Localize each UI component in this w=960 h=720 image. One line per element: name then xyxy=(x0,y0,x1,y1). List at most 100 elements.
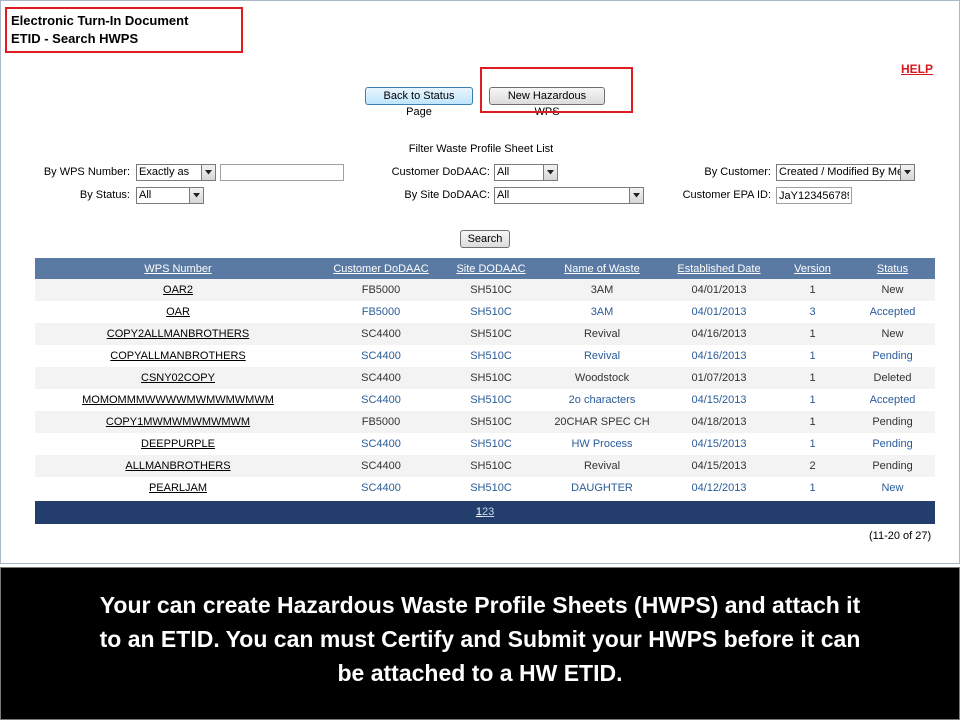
cell-customer-dodaac: SC4400 xyxy=(321,455,441,477)
site-dodaac-value: All xyxy=(497,189,510,201)
cell-customer-dodaac: SC4400 xyxy=(321,389,441,411)
wps-number-link[interactable]: DEEPPURPLE xyxy=(141,438,215,450)
filter-title: Filter Waste Profile Sheet List xyxy=(408,143,554,155)
wps-results-table: WPS Number Customer DoDAAC Site DODAAC N… xyxy=(35,258,935,499)
cell-customer-dodaac: SC4400 xyxy=(321,477,441,499)
wps-number-link[interactable]: PEARLJAM xyxy=(149,482,207,494)
table-row: ALLMANBROTHERS SC4400 SH510C Revival 04/… xyxy=(35,455,935,477)
cell-established-date: 04/12/2013 xyxy=(663,477,775,499)
cell-customer-dodaac: SC4400 xyxy=(321,345,441,367)
caption-line-3: be attached to a HW ETID. xyxy=(337,660,623,686)
cell-status: New xyxy=(850,477,935,499)
cell-site-dodaac: SH510C xyxy=(441,411,541,433)
wps-number-link[interactable]: COPY1MWMWMWMWMWM xyxy=(106,416,250,428)
cell-established-date: 04/16/2013 xyxy=(663,323,775,345)
column-header-wps-number[interactable]: WPS Number xyxy=(35,258,321,279)
cell-version: 1 xyxy=(775,477,850,499)
column-header-name-of-waste[interactable]: Name of Waste xyxy=(541,258,663,279)
customer-dodaac-value: All xyxy=(497,166,510,178)
status-label: By Status: xyxy=(79,189,130,201)
cell-name-of-waste: 3AM xyxy=(541,301,663,323)
cell-site-dodaac: SH510C xyxy=(441,323,541,345)
cell-status: New xyxy=(850,323,935,345)
record-count: (11-20 of 27) xyxy=(869,530,932,542)
cell-site-dodaac: SH510C xyxy=(441,279,541,301)
cell-site-dodaac: SH510C xyxy=(441,433,541,455)
table-row: OAR2 FB5000 SH510C 3AM 04/01/2013 1 New xyxy=(35,279,935,301)
page-link-3[interactable]: 3 xyxy=(488,506,494,518)
column-header-established-date[interactable]: Established Date xyxy=(663,258,775,279)
wps-number-mode-value: Exactly as xyxy=(139,166,190,178)
caption-line-1: Your can create Hazardous Waste Profile … xyxy=(99,592,861,618)
table-row: MOMOMMMWWWWMWMWMWMWM SC4400 SH510C 2o ch… xyxy=(35,389,935,411)
wps-number-link[interactable]: ALLMANBROTHERS xyxy=(125,460,230,472)
wps-number-link[interactable]: OAR xyxy=(166,306,190,318)
wps-number-link[interactable]: CSNY02COPY xyxy=(141,372,215,384)
table-row: PEARLJAM SC4400 SH510C DAUGHTER 04/12/20… xyxy=(35,477,935,499)
page-title-box: Electronic Turn-In Document ETID - Searc… xyxy=(5,7,243,53)
cell-site-dodaac: SH510C xyxy=(441,389,541,411)
customer-epa-label: Customer EPA ID: xyxy=(682,189,771,201)
cell-name-of-waste: DAUGHTER xyxy=(541,477,663,499)
cell-site-dodaac: SH510C xyxy=(441,301,541,323)
cell-name-of-waste: Woodstock xyxy=(541,367,663,389)
cell-name-of-waste: 2o characters xyxy=(541,389,663,411)
by-customer-value: Created / Modified By Me xyxy=(779,166,904,178)
wps-number-mode-select[interactable]: Exactly as xyxy=(136,164,216,181)
site-dodaac-select[interactable]: All xyxy=(494,187,644,204)
cell-established-date: 04/01/2013 xyxy=(663,279,775,301)
pagination-bar: 123 xyxy=(35,501,935,524)
help-link[interactable]: HELP xyxy=(901,62,933,76)
table-row: COPYALLMANBROTHERS SC4400 SH510C Revival… xyxy=(35,345,935,367)
wps-number-link[interactable]: COPY2ALLMANBROTHERS xyxy=(107,328,249,340)
cell-site-dodaac: SH510C xyxy=(441,455,541,477)
cell-version: 2 xyxy=(775,455,850,477)
table-row: COPY1MWMWMWMWMWM FB5000 SH510C 20CHAR SP… xyxy=(35,411,935,433)
by-customer-label: By Customer: xyxy=(704,166,771,178)
chevron-down-icon xyxy=(629,188,643,203)
wps-number-input[interactable] xyxy=(220,164,344,181)
cell-established-date: 04/18/2013 xyxy=(663,411,775,433)
caption-line-2: to an ETID. You can must Certify and Sub… xyxy=(99,626,861,652)
wps-number-link[interactable]: MOMOMMMWWWWMWMWMWMWM xyxy=(82,394,274,406)
search-button[interactable]: Search xyxy=(460,230,510,248)
table-row: CSNY02COPY SC4400 SH510C Woodstock 01/07… xyxy=(35,367,935,389)
customer-dodaac-select[interactable]: All xyxy=(494,164,558,181)
customer-epa-input[interactable] xyxy=(776,187,852,204)
cell-version: 1 xyxy=(775,433,850,455)
page-title-line1: Electronic Turn-In Document xyxy=(11,13,189,28)
wps-number-link[interactable]: OAR2 xyxy=(163,284,193,296)
cell-name-of-waste: Revival xyxy=(541,455,663,477)
app-window: Electronic Turn-In Document ETID - Searc… xyxy=(0,0,960,564)
cell-version: 1 xyxy=(775,389,850,411)
chevron-down-icon xyxy=(900,165,914,180)
column-header-version[interactable]: Version xyxy=(775,258,850,279)
cell-name-of-waste: 3AM xyxy=(541,279,663,301)
cell-status: Accepted xyxy=(850,301,935,323)
cell-customer-dodaac: SC4400 xyxy=(321,367,441,389)
cell-customer-dodaac: SC4400 xyxy=(321,433,441,455)
column-header-status[interactable]: Status xyxy=(850,258,935,279)
instruction-caption: Your can create Hazardous Waste Profile … xyxy=(0,567,960,720)
cell-site-dodaac: SH510C xyxy=(441,367,541,389)
back-to-status-button[interactable]: Back to Status Page xyxy=(365,87,473,118)
cell-established-date: 04/15/2013 xyxy=(663,433,775,455)
cell-customer-dodaac: SC4400 xyxy=(321,323,441,345)
column-header-customer-dodaac[interactable]: Customer DoDAAC xyxy=(321,258,441,279)
cell-status: Deleted xyxy=(850,367,935,389)
cell-status: New xyxy=(850,279,935,301)
cell-name-of-waste: Revival xyxy=(541,323,663,345)
by-customer-select[interactable]: Created / Modified By Me xyxy=(776,164,915,181)
column-header-site-dodaac[interactable]: Site DODAAC xyxy=(441,258,541,279)
cell-customer-dodaac: FB5000 xyxy=(321,411,441,433)
cell-status: Pending xyxy=(850,345,935,367)
cell-established-date: 04/01/2013 xyxy=(663,301,775,323)
table-row: COPY2ALLMANBROTHERS SC4400 SH510C Reviva… xyxy=(35,323,935,345)
chevron-down-icon xyxy=(189,188,203,203)
cell-version: 1 xyxy=(775,367,850,389)
wps-number-link[interactable]: COPYALLMANBROTHERS xyxy=(110,350,246,362)
status-select[interactable]: All xyxy=(136,187,204,204)
cell-version: 1 xyxy=(775,345,850,367)
site-dodaac-label: By Site DoDAAC: xyxy=(404,189,490,201)
cell-established-date: 04/16/2013 xyxy=(663,345,775,367)
